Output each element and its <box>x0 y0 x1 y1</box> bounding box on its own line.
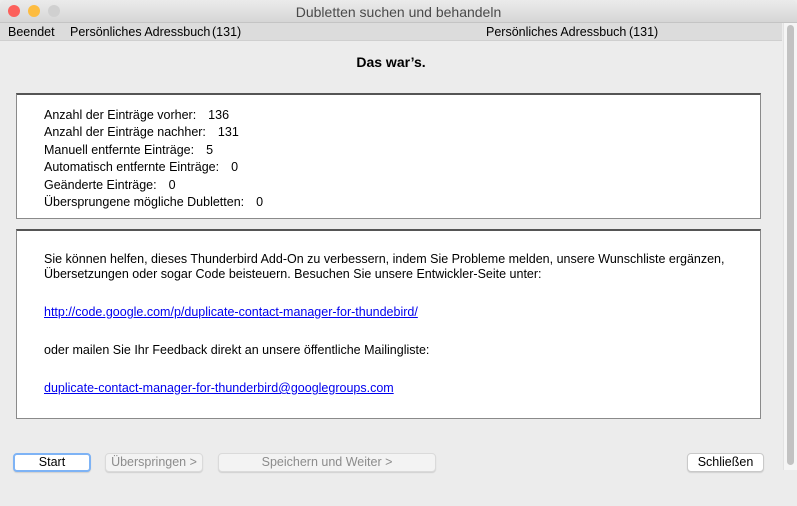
stat-value: 0 <box>231 160 239 174</box>
right-addressbook: Persönliches Adressbuch <box>486 25 627 39</box>
stat-label: Übersprungene mögliche Dubletten: <box>44 195 245 209</box>
stat-row: Anzahl der Einträge vorher: 136 <box>44 108 229 122</box>
status-bar: Beendet Persönliches Adressbuch (131) Pe… <box>0 23 782 41</box>
stat-row: Geänderte Einträge: 0 <box>44 178 176 192</box>
title-bar: Dubletten suchen und behandeln <box>0 0 797 23</box>
stat-label: Manuell entfernte Einträge: <box>44 143 195 157</box>
stat-value: 5 <box>206 143 214 157</box>
close-button[interactable]: Schließen <box>687 453 764 472</box>
stat-value: 131 <box>217 125 239 139</box>
left-count: (131) <box>212 25 242 39</box>
start-button[interactable]: Start <box>13 453 91 472</box>
stat-value: 0 <box>256 195 264 209</box>
stat-label: Anzahl der Einträge vorher: <box>44 108 197 122</box>
left-addressbook: Persönliches Adressbuch <box>70 25 211 39</box>
page-title: Das war’s. <box>356 54 426 70</box>
info-box: Sie können helfen, dieses Thunderbird Ad… <box>16 229 761 419</box>
skip-button[interactable]: Überspringen > <box>105 453 203 472</box>
right-count: (131) <box>629 25 659 39</box>
scrollbar-thumb[interactable] <box>787 25 794 465</box>
stat-value: 136 <box>208 108 230 122</box>
stat-row: Automatisch entfernte Einträge: 0 <box>44 160 238 174</box>
stat-value: 0 <box>168 178 176 192</box>
stat-row: Manuell entfernte Einträge: 5 <box>44 143 213 157</box>
help-text: Sie können helfen, dieses Thunderbird Ad… <box>44 252 725 281</box>
mailinglist-link[interactable]: duplicate-contact-manager-for-thunderbir… <box>44 381 744 396</box>
mailinglist-text: oder mailen Sie Ihr Feedback direkt an u… <box>44 343 430 357</box>
stat-label: Anzahl der Einträge nachher: <box>44 125 206 139</box>
status-state: Beendet <box>8 25 55 39</box>
stat-label: Geänderte Einträge: <box>44 178 157 192</box>
scrollbar[interactable] <box>783 23 797 470</box>
stat-row: Übersprungene mögliche Dubletten: 0 <box>44 195 263 209</box>
stat-label: Automatisch entfernte Einträge: <box>44 160 220 174</box>
stat-row: Anzahl der Einträge nachher: 131 <box>44 125 239 139</box>
save-and-continue-button[interactable]: Speichern und Weiter > <box>218 453 436 472</box>
developer-site-link[interactable]: http://code.google.com/p/duplicate-conta… <box>44 305 744 320</box>
window-title: Dubletten suchen und behandeln <box>295 4 502 20</box>
summary-box: Anzahl der Einträge vorher: 136 Anzahl de… <box>16 93 761 219</box>
